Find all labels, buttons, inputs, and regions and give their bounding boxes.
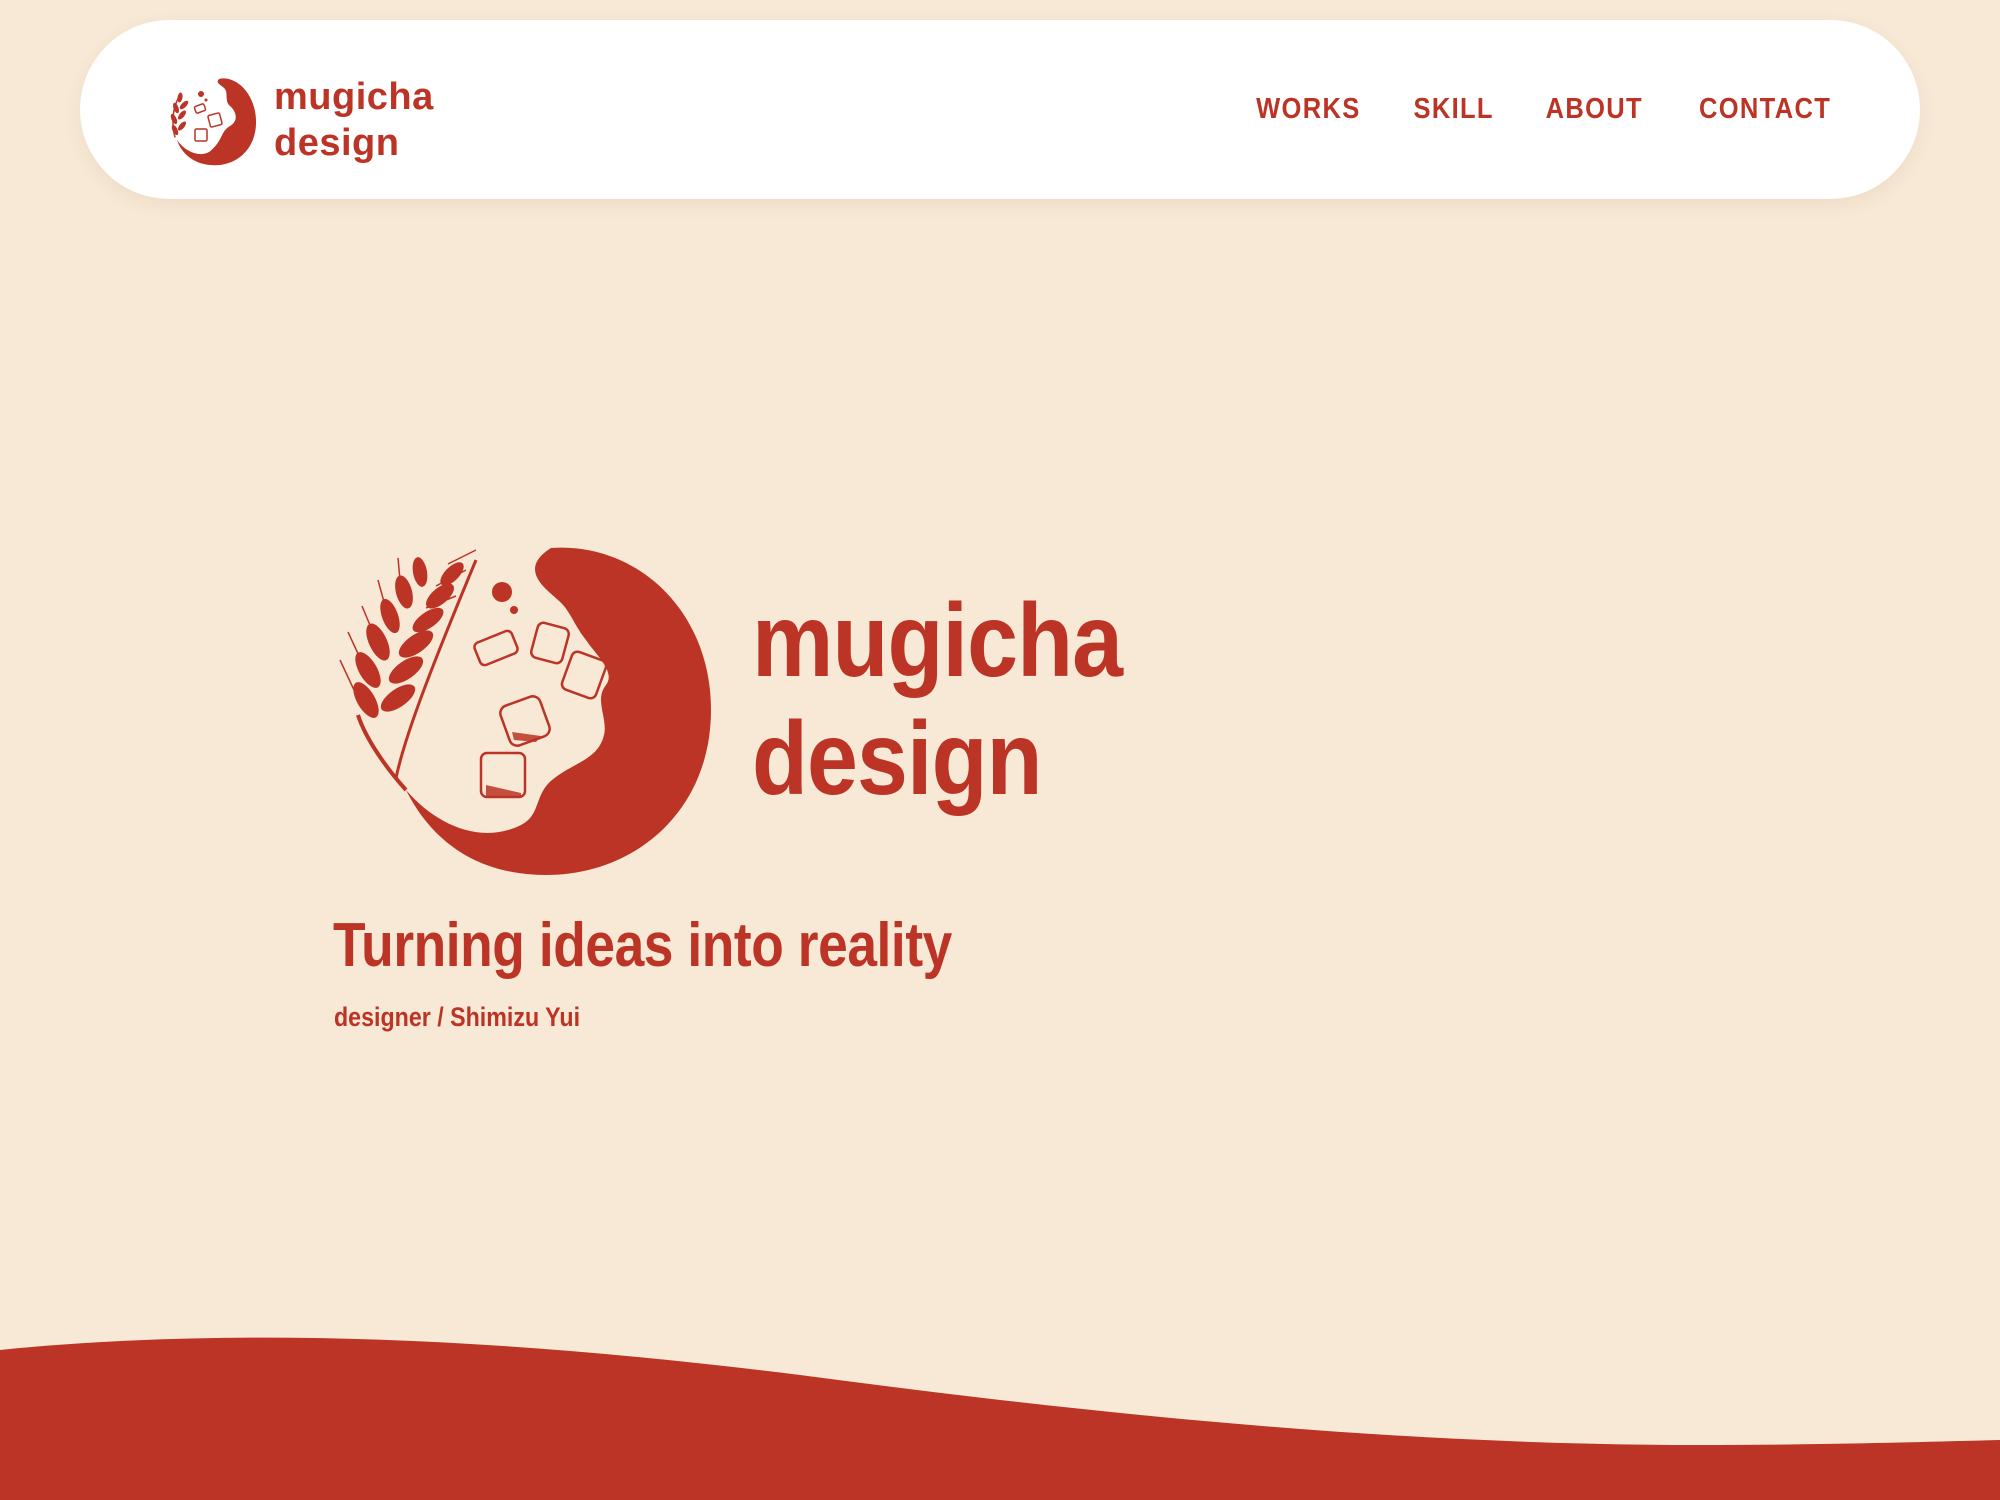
- mugicha-emblem-icon: [339, 547, 711, 875]
- hero-byline: designer / Shimizu Yui: [334, 1002, 581, 1032]
- hero-wordmark-line1: mugicha: [752, 583, 1123, 699]
- hero-wordmark-line2: design: [752, 701, 1043, 817]
- nav-contact[interactable]: CONTACT: [1699, 93, 1831, 126]
- header-logo-link[interactable]: mugicha design: [160, 60, 434, 180]
- bottom-wave-decoration: [0, 1337, 2000, 1500]
- site-header: mugicha design WORKS SKILL ABOUT CONTACT: [80, 20, 1920, 199]
- logo-wordmark: mugicha design: [274, 74, 434, 166]
- main-nav: WORKS SKILL ABOUT CONTACT: [1249, 20, 1840, 199]
- nav-skill[interactable]: SKILL: [1413, 93, 1493, 126]
- logo-line1: mugicha: [274, 76, 434, 118]
- hero-tagline: Turning ideas into reality: [333, 911, 952, 980]
- mugicha-logo-icon: [170, 78, 257, 166]
- logo-line2: design: [274, 122, 400, 164]
- hero-wordmark: mugicha design: [752, 582, 1123, 818]
- nav-about[interactable]: ABOUT: [1546, 93, 1643, 126]
- nav-works[interactable]: WORKS: [1256, 93, 1360, 126]
